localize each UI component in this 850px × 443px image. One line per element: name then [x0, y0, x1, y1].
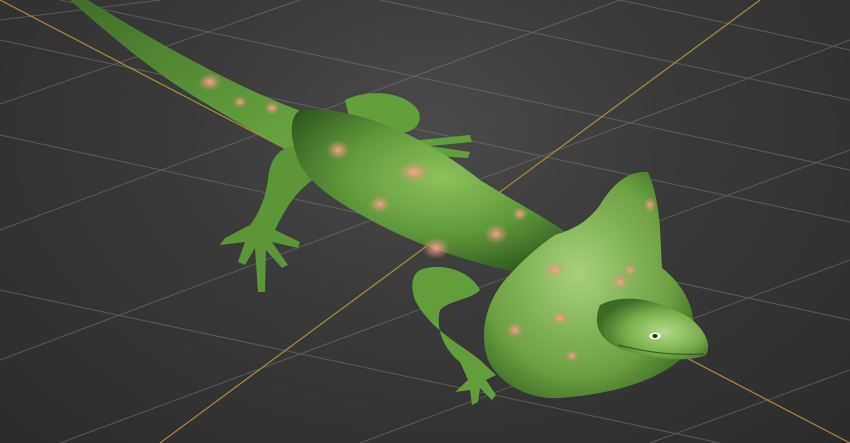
- viewport-canvas[interactable]: [0, 0, 850, 443]
- 3d-viewport[interactable]: [0, 0, 850, 443]
- lizard-model[interactable]: [70, 0, 709, 405]
- lizard-front-leg: [412, 266, 496, 405]
